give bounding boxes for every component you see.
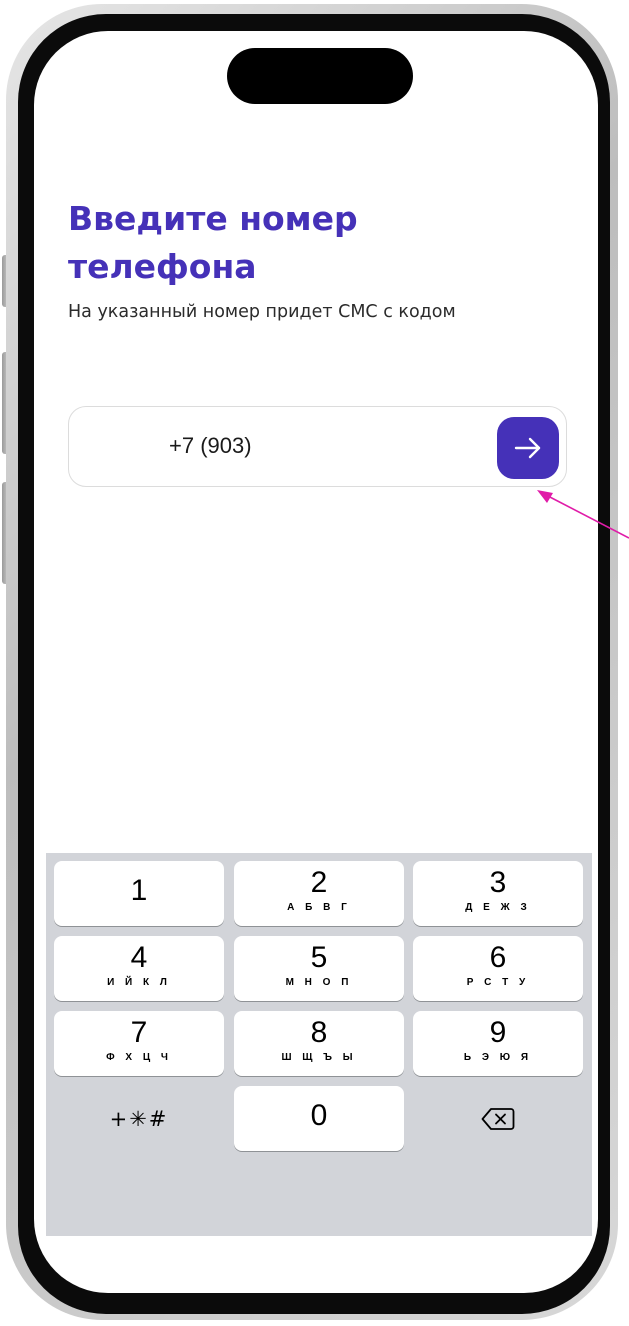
key-5[interactable]: 5 М Н О П bbox=[234, 936, 404, 1001]
key-digit: 9 bbox=[489, 1016, 507, 1049]
page-subtitle: На указанный номер придет СМС с кодом bbox=[68, 302, 456, 322]
backspace-icon bbox=[481, 1107, 515, 1130]
key-digit: 4 bbox=[130, 941, 148, 974]
phone-screen: Введите номер телефона На указанный номе… bbox=[34, 31, 598, 1293]
phone-number-field[interactable]: +7 (903) bbox=[68, 406, 567, 487]
key-letters: Р С Т У bbox=[466, 977, 530, 988]
key-digit: 1 bbox=[130, 874, 148, 907]
phone-number-input[interactable]: +7 (903) bbox=[169, 431, 252, 461]
mockup-canvas: Введите номер телефона На указанный номе… bbox=[0, 0, 629, 1326]
key-3[interactable]: 3 Д Е Ж З bbox=[413, 861, 583, 926]
delete-key[interactable] bbox=[413, 1086, 583, 1151]
key-7[interactable]: 7 Ф Х Ц Ч bbox=[54, 1011, 224, 1076]
key-digit: 6 bbox=[489, 941, 507, 974]
key-digit: 3 bbox=[489, 866, 507, 899]
key-0[interactable]: 0 bbox=[234, 1086, 404, 1151]
key-1[interactable]: 1 bbox=[54, 861, 224, 926]
symbols-key-label: +✳# bbox=[109, 1106, 169, 1131]
key-digit: 5 bbox=[310, 941, 328, 974]
key-letters: Д Е Ж З bbox=[465, 902, 531, 913]
key-digit: 7 bbox=[130, 1016, 148, 1049]
arrow-right-icon bbox=[514, 437, 541, 459]
key-letters: Ь Э Ю Я bbox=[463, 1052, 533, 1063]
key-8[interactable]: 8 Ш Щ Ъ Ы bbox=[234, 1011, 404, 1076]
dynamic-island bbox=[227, 48, 413, 104]
key-letters: А Б В Г bbox=[287, 902, 351, 913]
key-letters: Ф Х Ц Ч bbox=[106, 1052, 172, 1063]
numeric-keyboard: 1 2 А Б В Г 3 Д Е Ж З 4 И Й К Л 5 М Н О … bbox=[46, 853, 592, 1236]
key-letters: М Н О П bbox=[285, 977, 353, 988]
key-digit: 0 bbox=[310, 1099, 328, 1132]
submit-button[interactable] bbox=[497, 417, 559, 479]
page-title: Введите номер телефона bbox=[68, 199, 358, 286]
key-6[interactable]: 6 Р С Т У bbox=[413, 936, 583, 1001]
symbols-key[interactable]: +✳# bbox=[54, 1086, 224, 1151]
key-2[interactable]: 2 А Б В Г bbox=[234, 861, 404, 926]
key-digit: 2 bbox=[310, 866, 328, 899]
key-9[interactable]: 9 Ь Э Ю Я bbox=[413, 1011, 583, 1076]
key-digit: 8 bbox=[310, 1016, 328, 1049]
key-4[interactable]: 4 И Й К Л bbox=[54, 936, 224, 1001]
key-letters: Ш Щ Ъ Ы bbox=[281, 1052, 357, 1063]
key-letters: И Й К Л bbox=[107, 977, 171, 988]
